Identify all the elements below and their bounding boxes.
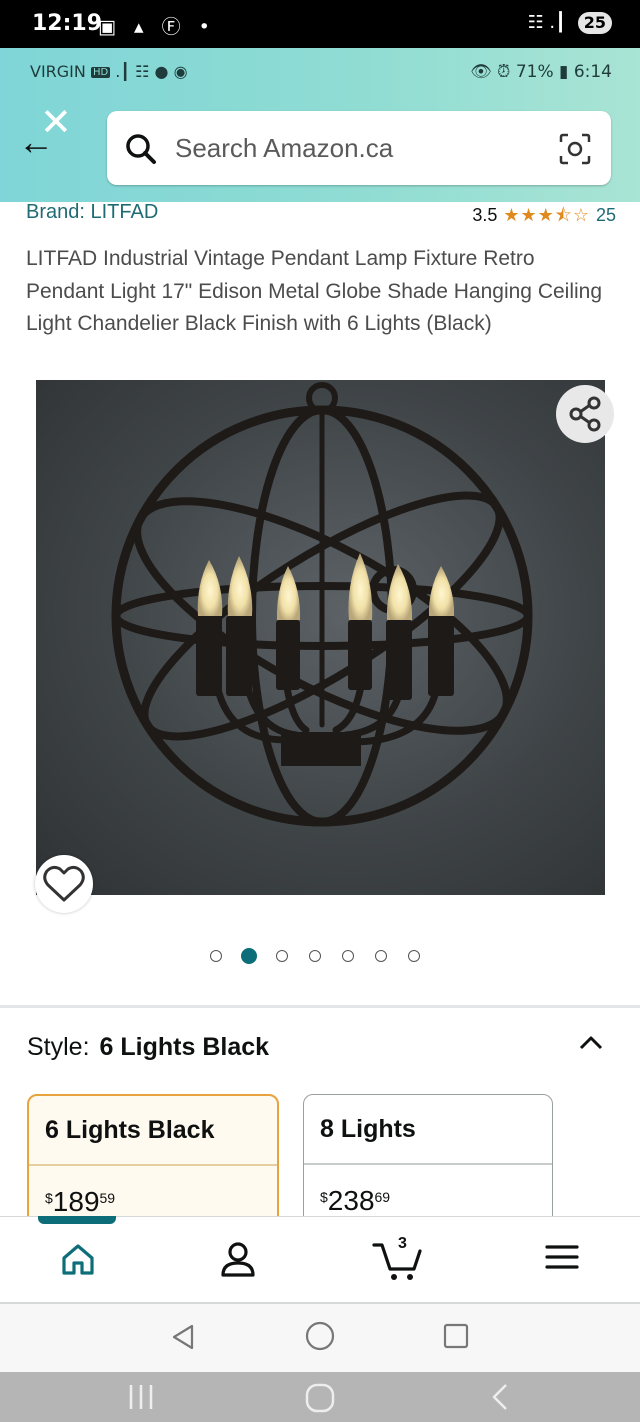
inner-status-right: 👁︎ ⏰︎ 71% ▮ 6:14 — [470, 62, 612, 82]
outer-signal-icon: ☷ .┃ — [527, 12, 566, 33]
carousel-dot[interactable] — [309, 950, 321, 962]
search-input[interactable]: Search Amazon.ca — [175, 133, 393, 164]
outer-home-icon[interactable] — [304, 1382, 336, 1414]
menu-icon[interactable] — [544, 1239, 580, 1275]
battery-percent: 71% — [515, 62, 554, 82]
style-selected-value: 6 Lights Black — [99, 1033, 270, 1061]
product-title: LITFAD Industrial Vintage Pendant Lamp F… — [26, 247, 603, 335]
wishlist-button[interactable] — [35, 855, 93, 913]
price-whole: 238 — [327, 1185, 375, 1216]
outer-status-right: ☷ .┃ 25 — [528, 12, 612, 34]
price-whole: 189 — [52, 1186, 100, 1217]
carousel-dot[interactable] — [241, 948, 257, 964]
option-divider — [304, 1163, 552, 1165]
active-tab-indicator — [38, 1216, 116, 1224]
carousel-dot[interactable] — [408, 950, 420, 962]
chevron-up-icon[interactable] — [578, 1030, 604, 1056]
outer-system-navigation — [0, 1372, 640, 1422]
search-bar[interactable]: Search Amazon.ca — [107, 111, 611, 185]
style-option-price: $18959 — [45, 1186, 115, 1218]
battery-icon: ▮ — [559, 62, 569, 82]
rating-value: 3.5 — [472, 205, 498, 225]
carousel-dot[interactable] — [342, 950, 354, 962]
nav-recents-icon[interactable] — [442, 1322, 470, 1350]
eye-icon: 👁︎ — [470, 62, 492, 82]
style-label: Style: — [27, 1033, 90, 1061]
chandelier-illustration — [111, 382, 533, 827]
style-option-price: $23869 — [320, 1185, 390, 1217]
recents-lines-icon[interactable] — [126, 1383, 156, 1411]
outer-status-bar: 12:19 ▣ ▴ Ⓕ • ☷ .┃ 25 — [0, 0, 640, 48]
outer-notification-icons: ▣ ▴ Ⓕ • — [98, 16, 216, 38]
carrier-label: VIRGIN — [30, 62, 86, 81]
heart-icon — [43, 865, 85, 902]
price-cents: 59 — [99, 1190, 116, 1206]
inner-status-left: VIRGIN HD .┃ ☷ ● ◉ — [30, 62, 188, 81]
nav-home-icon[interactable] — [304, 1320, 336, 1352]
bottom-navigation: 3 — [0, 1216, 640, 1305]
price-cents: 69 — [374, 1189, 391, 1205]
account-icon[interactable] — [218, 1239, 258, 1279]
outer-time: 12:19 — [32, 11, 103, 36]
style-option-name: 6 Lights Black — [45, 1116, 215, 1144]
option-divider — [29, 1164, 277, 1166]
rating-count: 25 — [595, 205, 616, 225]
style-option-8-lights[interactable]: 8 Lights $23869 — [303, 1094, 553, 1236]
style-selector-header[interactable]: Style: 6 Lights Black — [27, 1033, 269, 1062]
cart-count-badge: 3 — [398, 1235, 407, 1252]
share-icon — [569, 396, 601, 432]
star-rating-icon: ★★★⯪☆ — [503, 205, 590, 226]
search-icon — [126, 134, 156, 164]
carousel-dot[interactable] — [210, 950, 222, 962]
alarm-icon: ⏰︎ — [497, 62, 511, 82]
section-divider — [0, 1005, 640, 1008]
inner-signal-icons: .┃ ☷ ● ◉ — [115, 62, 188, 81]
image-carousel-dots — [210, 948, 434, 968]
carousel-dot[interactable] — [276, 950, 288, 962]
product-image[interactable] — [36, 380, 605, 895]
rating-summary[interactable]: 3.5 ★★★⯪☆ 25 — [472, 203, 616, 233]
price-currency: $ — [45, 1190, 53, 1206]
hd-badge: HD — [90, 67, 111, 78]
close-icon[interactable]: ✕ — [40, 104, 72, 142]
camera-search-icon[interactable] — [557, 131, 593, 167]
price-currency: $ — [320, 1189, 328, 1205]
inner-time: 6:14 — [573, 62, 612, 82]
style-option-name: 8 Lights — [320, 1115, 416, 1143]
home-icon[interactable] — [58, 1239, 98, 1279]
brand-link[interactable]: Brand: LITFAD — [26, 201, 158, 224]
carousel-dot[interactable] — [375, 950, 387, 962]
nav-back-icon[interactable] — [168, 1322, 198, 1352]
inner-system-navigation — [0, 1304, 640, 1372]
share-button[interactable] — [556, 385, 614, 443]
notification-count-badge: 25 — [577, 12, 612, 34]
outer-back-icon[interactable] — [486, 1383, 514, 1411]
